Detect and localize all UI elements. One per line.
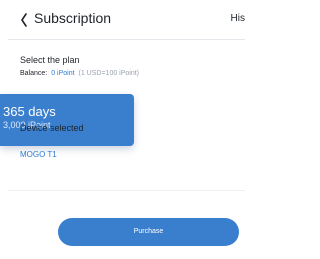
divider [8, 190, 245, 191]
plan-section-title: Select the plan [20, 55, 80, 65]
page-title: Subscription [34, 10, 112, 26]
balance-value: 0 iPoint [51, 70, 75, 77]
purchase-button[interactable]: Purchase [58, 218, 239, 246]
plan-card-365-days[interactable]: 365 days 3,000 iPoint [0, 94, 134, 146]
balance-row: Balance: 0 iPoint (1 USD=100 iPoint) [20, 70, 139, 77]
top-bar: Subscription His [8, 0, 245, 40]
history-link[interactable]: His [231, 13, 245, 24]
balance-label: Balance: [20, 70, 48, 77]
device-selected-label: Device selected [20, 123, 84, 133]
balance-note: (1 USD=100 iPoint) [78, 70, 140, 77]
subscription-page: Subscription His Select the plan Balance… [0, 0, 245, 259]
device-name-link[interactable]: MOGO T1 [20, 150, 57, 159]
plan-duration: 365 days [3, 104, 56, 119]
back-icon[interactable] [20, 12, 28, 28]
